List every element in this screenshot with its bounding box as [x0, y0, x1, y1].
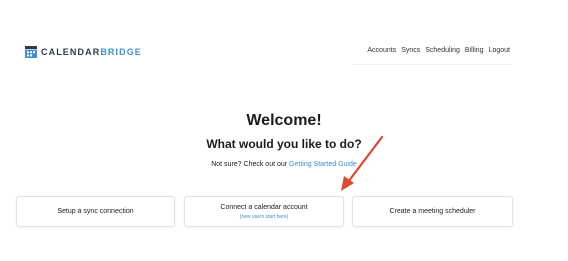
new-users-hint: (new users start here) [239, 213, 289, 220]
create-meeting-scheduler-label: Create a meeting scheduler [389, 207, 476, 215]
help-text-prefix: Not sure? Check out our [211, 161, 290, 168]
setup-sync-connection-button[interactable]: Setup a sync connection [16, 196, 175, 227]
header: CALENDARBRIDGE Accounts Syncs Scheduling… [0, 0, 568, 70]
create-meeting-scheduler-button[interactable]: Create a meeting scheduler [352, 196, 513, 227]
nav-item-billing[interactable]: Billing [465, 45, 484, 57]
logo-text-bridge: BRIDGE [100, 47, 142, 57]
nav-item-scheduling[interactable]: Scheduling [425, 45, 460, 57]
nav-item-accounts[interactable]: Accounts [367, 45, 396, 57]
connect-calendar-account-label: Connect a calendar account [220, 203, 308, 211]
help-text: Not sure? Check out our Getting Started … [0, 160, 568, 170]
logo-text-calendar: CALENDAR [41, 47, 101, 57]
page-subtitle: What would you like to do? [206, 137, 362, 151]
calendar-logo-icon [25, 46, 37, 58]
setup-sync-connection-label: Setup a sync connection [57, 207, 134, 215]
connect-calendar-account-button[interactable]: Connect a calendar account (new users st… [184, 196, 344, 227]
calendarbridge-logo[interactable]: CALENDARBRIDGE [25, 44, 142, 60]
page-title: Welcome! [246, 112, 322, 129]
nav-item-syncs[interactable]: Syncs [401, 45, 420, 57]
logo-text: CALENDARBRIDGE [41, 44, 142, 60]
red-pointer-arrow [341, 135, 384, 191]
nav-divider [352, 64, 512, 65]
nav-item-logout[interactable]: Logout [489, 45, 510, 57]
top-nav: Accounts Syncs Scheduling Billing Logout [367, 45, 510, 57]
